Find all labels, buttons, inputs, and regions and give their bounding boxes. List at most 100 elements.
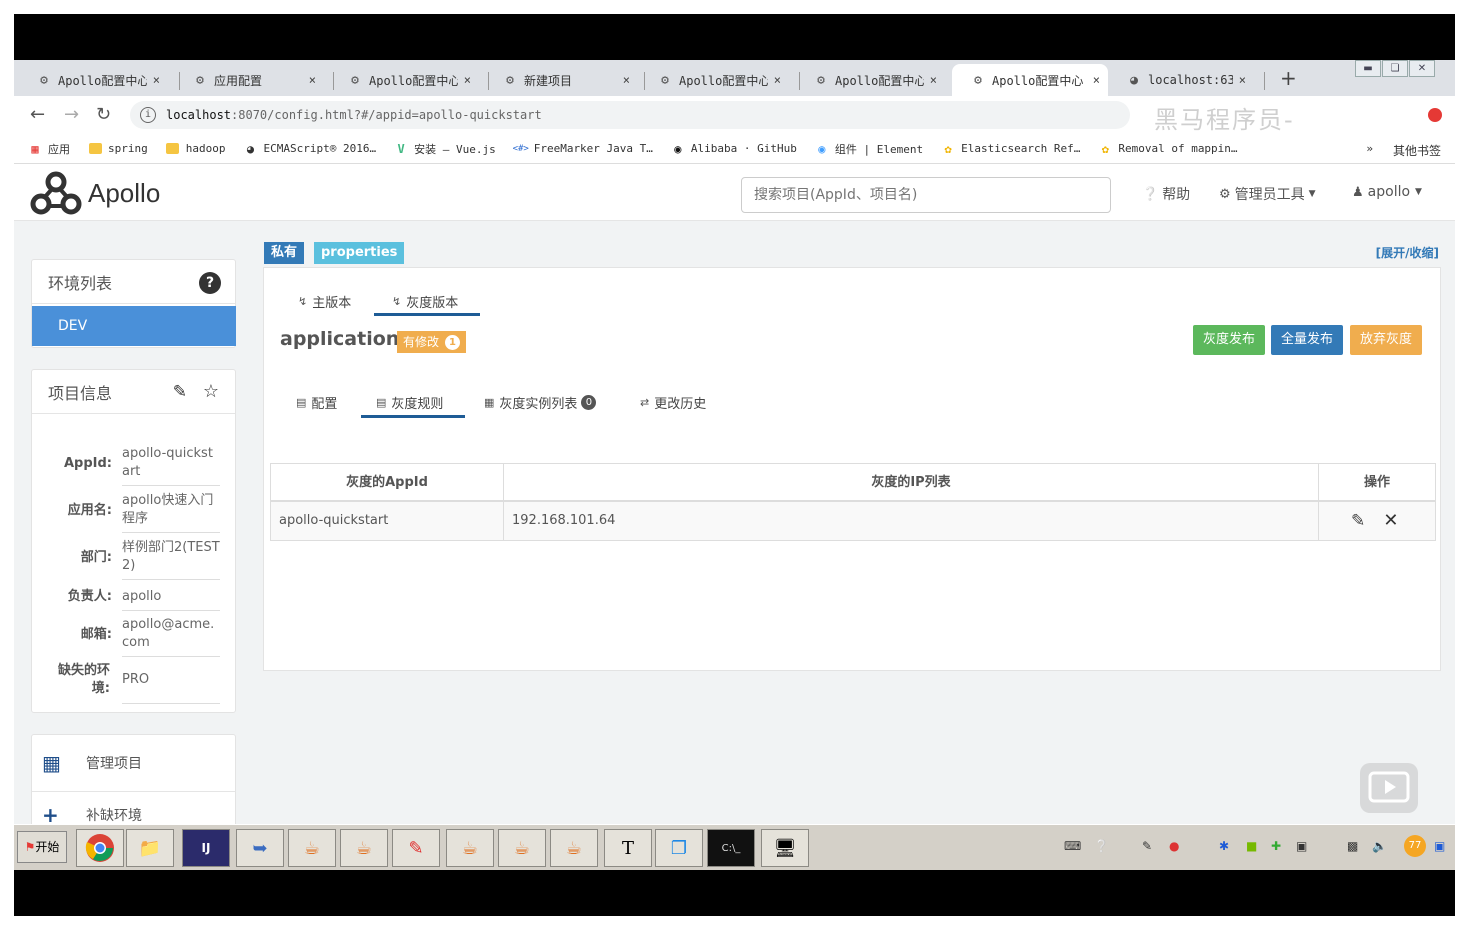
intellij-icon: IJ — [201, 841, 211, 855]
bookmark-link[interactable]: <#> FreeMarker Java T… — [513, 142, 653, 156]
browser-tab[interactable]: ⚙ Apollo配置中心 × — [639, 64, 789, 96]
browser-tab[interactable]: ⚙ 新建项目 × — [484, 64, 638, 96]
help-link[interactable]: ❔ 帮助 — [1142, 184, 1190, 204]
network-signal-icon[interactable]: ▩ — [1347, 839, 1358, 853]
bookmark-apps[interactable]: ▦ 应用 — [28, 141, 70, 157]
typora-taskbar-icon[interactable]: T — [604, 829, 652, 867]
bookmark-link[interactable]: ✿ Removal of mappin… — [1098, 142, 1238, 156]
java-taskbar-icon[interactable]: ☕ — [550, 829, 598, 867]
apollo-logo[interactable]: Apollo — [30, 170, 160, 216]
tab-change-history[interactable]: ⇄ 更改历史 — [640, 393, 706, 412]
java-taskbar-icon[interactable]: ☕ — [446, 829, 494, 867]
new-tab-button[interactable]: + — [1280, 66, 1297, 90]
tab-gray-instances[interactable]: ▦ 灰度实例列表 0 — [484, 393, 597, 412]
tab-title: Apollo配置中心 — [835, 73, 924, 88]
bookmark-link[interactable]: ◕ ECMAScript® 2016… — [244, 142, 376, 156]
tray-badge-icon[interactable]: 77 — [1404, 835, 1426, 857]
show-desktop-icon[interactable]: ▣ — [1434, 839, 1445, 853]
java-icon: ☕ — [303, 837, 321, 859]
back-arrow-icon[interactable]: ← — [30, 104, 45, 125]
app-taskbar-icon[interactable]: ❐ — [655, 829, 703, 867]
tray-app-icon[interactable]: ● — [1169, 839, 1179, 853]
tray-app-icon[interactable]: ✚ — [1271, 839, 1281, 853]
tab-config[interactable]: ▤ 配置 — [296, 393, 337, 412]
bookmark-folder[interactable]: spring — [88, 142, 148, 156]
tab-title: Apollo配置中心 — [679, 73, 768, 88]
windows-taskbar: ⚑开始 📁 IJ ➥ ☕ ☕ ✎ ☕ ☕ ☕ T ❐ C:\_ 🖥 ⌨ ❔ ✎ … — [14, 824, 1455, 870]
bookmark-link[interactable]: V 安装 — Vue.js — [394, 141, 495, 157]
grid-icon: ▦ — [42, 751, 61, 775]
caret-down-icon: ▼ — [1308, 189, 1316, 199]
close-icon[interactable]: × — [153, 73, 160, 87]
delete-icon[interactable]: ✕ — [1383, 510, 1398, 531]
extension-icon[interactable] — [1428, 108, 1442, 122]
bookmark-link[interactable]: ◉ 组件 | Element — [815, 141, 923, 157]
site-info-icon[interactable]: i — [140, 107, 156, 123]
bookmark-folder[interactable]: hadoop — [166, 142, 226, 156]
restore-button[interactable]: ❏ — [1382, 60, 1408, 77]
edit-icon[interactable]: ✎ — [173, 382, 187, 402]
chrome-taskbar-icon[interactable] — [76, 829, 124, 867]
forward-arrow-icon[interactable]: → — [64, 104, 79, 125]
java-taskbar-icon[interactable]: ☕ — [340, 829, 388, 867]
expand-collapse-link[interactable]: [展开/收缩] — [1376, 244, 1439, 261]
user-name: apollo — [1367, 184, 1411, 200]
start-button[interactable]: ⚑开始 — [17, 831, 67, 863]
bookmark-link[interactable]: ✿ Elasticsearch Ref… — [941, 142, 1081, 156]
video-play-icon[interactable] — [1360, 763, 1418, 813]
url-bar[interactable]: i localhost:8070/config.html?#/appid=apo… — [130, 101, 1130, 129]
java-taskbar-icon[interactable]: ☕ — [498, 829, 546, 867]
manage-project-link[interactable]: ▦ 管理项目 — [42, 751, 142, 775]
env-item-dev[interactable]: DEV — [32, 306, 236, 346]
app-taskbar-icon[interactable]: ✎ — [392, 829, 440, 867]
volume-icon[interactable]: 🔈 — [1372, 839, 1387, 853]
tab-label: 灰度实例列表 — [499, 397, 578, 412]
bluetooth-icon[interactable]: ✱ — [1219, 839, 1229, 853]
tray-pen-icon[interactable]: ✎ — [1142, 839, 1152, 853]
java-taskbar-icon[interactable]: ☕ — [288, 829, 336, 867]
apps-grid-icon: ▦ — [31, 141, 39, 156]
close-window-button[interactable]: ✕ — [1409, 60, 1435, 77]
browser-tab[interactable]: ⚙ Apollo配置中心 × — [795, 64, 945, 96]
bookmarks-overflow-button[interactable]: » — [1366, 142, 1373, 159]
question-icon[interactable]: ? — [199, 272, 221, 294]
abandon-gray-button[interactable]: 放弃灰度 — [1350, 325, 1423, 355]
browser-tab[interactable]: ⚙ 应用配置 × — [174, 64, 324, 96]
explorer-taskbar-icon[interactable]: 📁 — [126, 829, 174, 867]
bookmark-link[interactable]: ◉ Alibaba · GitHub — [671, 142, 797, 156]
edit-icon[interactable]: ✎ — [1351, 511, 1365, 531]
remote-taskbar-icon[interactable]: 🖥 — [761, 829, 809, 867]
other-bookmarks[interactable]: 其他书签 — [1393, 142, 1441, 159]
tab-gray-rules[interactable]: ▤ 灰度规则 — [376, 393, 443, 412]
project-search-input[interactable] — [741, 177, 1111, 213]
close-icon[interactable]: × — [623, 73, 630, 87]
app-taskbar-icon[interactable]: ➥ — [236, 829, 284, 867]
full-release-button[interactable]: 全量发布 — [1271, 325, 1344, 355]
close-icon[interactable]: × — [464, 73, 471, 87]
nvidia-icon[interactable]: ■ — [1246, 839, 1257, 853]
tray-keyboard-icon[interactable]: ⌨ — [1064, 839, 1081, 853]
tray-help-icon[interactable]: ❔ — [1094, 839, 1109, 853]
reload-icon[interactable]: ↻ — [96, 104, 111, 125]
console-taskbar-icon[interactable]: C:\_ — [707, 829, 755, 867]
tab-master-version[interactable]: ↯ 主版本 — [298, 292, 351, 311]
close-icon[interactable]: × — [1239, 73, 1246, 87]
admin-tools-menu[interactable]: ⚙ 管理员工具 ▼ — [1219, 184, 1316, 204]
close-icon[interactable]: × — [774, 73, 781, 87]
browser-tab-active[interactable]: ⚙ Apollo配置中心 × — [952, 64, 1108, 96]
intellij-taskbar-icon[interactable]: IJ — [182, 829, 230, 867]
browser-tab[interactable]: ⚙ Apollo配置中心 × — [18, 64, 168, 96]
minimize-button[interactable]: ▬ — [1355, 60, 1381, 77]
modified-count: 1 — [445, 334, 461, 350]
star-icon[interactable]: ☆ — [203, 381, 219, 402]
close-icon[interactable]: × — [309, 73, 316, 87]
tray-app-icon[interactable]: ▣ — [1296, 839, 1307, 853]
close-icon[interactable]: × — [930, 73, 937, 87]
windows-logo-icon: ⚑ — [24, 840, 36, 854]
user-menu[interactable]: ♟ apollo ▼ — [1352, 184, 1422, 200]
gray-release-button[interactable]: 灰度发布 — [1193, 325, 1266, 355]
tab-gray-version[interactable]: ↯ 灰度版本 — [392, 292, 458, 311]
browser-tab[interactable]: ◕ localhost:630 × — [1108, 64, 1254, 96]
close-icon[interactable]: × — [1093, 73, 1100, 87]
browser-tab[interactable]: ⚙ Apollo配置中心 × — [329, 64, 479, 96]
